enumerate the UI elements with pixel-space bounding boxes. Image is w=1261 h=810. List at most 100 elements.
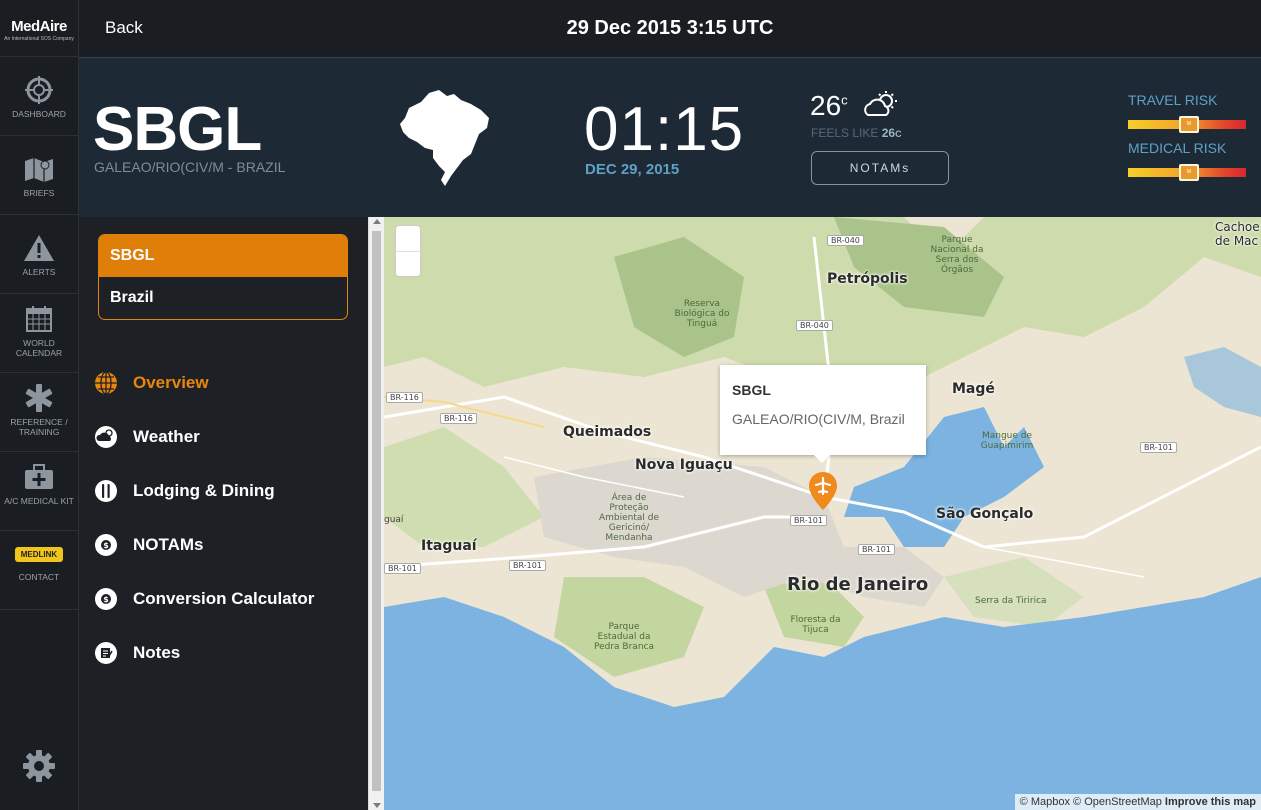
svg-text:$: $ bbox=[103, 595, 109, 604]
map-label-park: Parque Estadual da Pedra Branca bbox=[594, 622, 654, 652]
menu-label: Notes bbox=[133, 643, 181, 662]
dollar-icon: $ bbox=[93, 586, 119, 612]
menu-item-notams[interactable]: $ NOTAMs bbox=[93, 530, 204, 560]
warning-icon bbox=[23, 233, 55, 263]
map-icon bbox=[23, 154, 55, 184]
zoom-control[interactable] bbox=[395, 225, 421, 277]
popup-title: SBGL bbox=[732, 382, 771, 398]
brazil-map-icon bbox=[399, 88, 491, 193]
zoom-in-button[interactable] bbox=[396, 226, 420, 252]
globe-icon bbox=[93, 370, 119, 396]
rail-item-world-calendar[interactable]: WORLD CALENDAR bbox=[0, 294, 78, 373]
map-label-city: Petrópolis bbox=[827, 271, 908, 287]
rail-label: BRIEFS bbox=[23, 188, 55, 198]
feels-like-value: 26 bbox=[881, 126, 896, 140]
travel-risk-marker: M bbox=[1179, 116, 1199, 133]
attribution-osm[interactable]: © OpenStreetMap bbox=[1073, 796, 1162, 808]
feels-like-unit: C bbox=[895, 129, 902, 139]
airport-name: GALEAO/RIO(CIV/M - BRAZIL bbox=[94, 159, 286, 175]
map-label-park: Reserva Biológica do Tinguá bbox=[674, 299, 730, 329]
notams-button[interactable]: NOTAMs bbox=[811, 151, 949, 185]
weather-icon bbox=[93, 424, 119, 450]
road-shield: BR-101 bbox=[509, 560, 546, 571]
map-label-city: Magé bbox=[952, 381, 995, 397]
rail-label: REFERENCE / TRAINING bbox=[10, 417, 68, 437]
dollar-icon: $ bbox=[93, 532, 119, 558]
map-label-park: Mangue de Guapimirim bbox=[980, 431, 1034, 451]
menu-item-notes[interactable]: Notes bbox=[93, 638, 180, 668]
airport-header: SBGL GALEAO/RIO(CIV/M - BRAZIL 01:15 DEC… bbox=[79, 57, 1261, 217]
menu-label: Conversion Calculator bbox=[133, 589, 315, 608]
road-shield: BR-101 bbox=[1140, 442, 1177, 453]
popup-subtitle: GALEAO/RIO(CIV/M, Brazil bbox=[732, 411, 905, 427]
map-label-city: Itaguaí bbox=[421, 538, 477, 554]
airport-code: SBGL bbox=[93, 95, 262, 164]
map-label-city: Queimados bbox=[563, 424, 652, 440]
travel-risk-bar: M bbox=[1128, 116, 1246, 133]
local-date: DEC 29, 2015 bbox=[585, 161, 680, 178]
menu-label: NOTAMs bbox=[133, 535, 204, 554]
medical-risk-marker: M bbox=[1179, 164, 1199, 181]
menu-item-lodging-dining[interactable]: Lodging & Dining bbox=[93, 476, 275, 506]
rail-label: CONTACT bbox=[18, 572, 60, 582]
menu-label: Lodging & Dining bbox=[133, 481, 275, 500]
rail-item-reference-training[interactable]: REFERENCE / TRAINING bbox=[0, 373, 78, 452]
rail-label: A/C MEDICAL KIT bbox=[4, 496, 74, 506]
rail-item-medical-kit[interactable]: A/C MEDICAL KIT bbox=[0, 452, 78, 531]
feels-like-label: FEELS LIKE bbox=[811, 126, 879, 140]
temperature: 26c bbox=[810, 90, 848, 122]
road-shield: BR-101 bbox=[858, 544, 895, 555]
airport-marker-icon[interactable] bbox=[808, 471, 838, 516]
rail-item-briefs[interactable]: BRIEFS bbox=[0, 136, 78, 215]
scroll-thumb[interactable] bbox=[372, 231, 381, 791]
partly-cloudy-icon bbox=[864, 91, 898, 122]
rail-item-alerts[interactable]: ALERTS bbox=[0, 215, 78, 294]
map-view[interactable]: Petrópolis Magé Queimados Nova Iguaçu Sã… bbox=[384, 217, 1261, 810]
map-label-park: Floresta da Tijuca bbox=[790, 615, 841, 635]
improve-map-link[interactable]: Improve this map bbox=[1165, 796, 1256, 808]
airport-popup[interactable]: SBGL GALEAO/RIO(CIV/M, Brazil bbox=[720, 365, 926, 455]
road-shield: BR-101 bbox=[790, 515, 827, 526]
local-time: 01:15 bbox=[584, 95, 745, 164]
feels-like: FEELS LIKE 26C bbox=[811, 126, 902, 140]
map-label-park: guaí bbox=[384, 515, 404, 525]
travel-risk-label: TRAVEL RISK bbox=[1128, 92, 1218, 108]
map-attribution: © Mapbox © OpenStreetMap Improve this ma… bbox=[1014, 794, 1261, 810]
menu-label: Weather bbox=[133, 427, 200, 446]
location-tabs: SBGL Brazil bbox=[98, 234, 348, 320]
side-menu: SBGL Brazil Overview Weather Lodging & D… bbox=[79, 217, 368, 810]
scroll-up-arrow-icon[interactable] bbox=[373, 219, 381, 224]
road-shield: BR-116 bbox=[440, 413, 477, 424]
notes-icon bbox=[93, 640, 119, 666]
map-label-city: Nova Iguaçu bbox=[635, 457, 733, 473]
medical-star-icon bbox=[23, 383, 55, 413]
medical-risk-bar: M bbox=[1128, 164, 1246, 181]
map-label-park: Serra da Tiririca bbox=[975, 596, 1047, 606]
utc-datetime: 29 Dec 2015 3:15 UTC bbox=[566, 17, 774, 39]
rail-label: WORLD CALENDAR bbox=[15, 338, 63, 358]
menu-label: Overview bbox=[133, 373, 209, 392]
map-label-city: Cachoe de Mac bbox=[1215, 220, 1260, 248]
side-menu-scrollbar[interactable] bbox=[368, 217, 384, 810]
logo-text: MedAire bbox=[11, 18, 67, 35]
map-label-park: Área de Proteção Ambiental de Gericinó/ … bbox=[598, 493, 660, 543]
left-nav-rail: MedAire An International SOS Company DAS… bbox=[0, 0, 79, 810]
rail-label: DASHBOARD bbox=[12, 109, 66, 119]
medical-kit-icon bbox=[23, 462, 55, 492]
gear-icon[interactable] bbox=[22, 749, 56, 788]
medaire-logo[interactable]: MedAire An International SOS Company bbox=[0, 0, 78, 57]
menu-item-overview[interactable]: Overview bbox=[93, 368, 209, 398]
utensils-icon bbox=[93, 478, 119, 504]
road-shield: BR-040 bbox=[827, 235, 864, 246]
tab-airport[interactable]: SBGL bbox=[99, 235, 347, 277]
attribution-mapbox[interactable]: © Mapbox bbox=[1020, 796, 1070, 808]
rail-item-dashboard[interactable]: DASHBOARD bbox=[0, 57, 78, 136]
map-label-city: São Gonçalo bbox=[936, 506, 1034, 522]
temperature-value: 26 bbox=[810, 90, 842, 121]
compass-icon bbox=[23, 75, 55, 105]
tab-country[interactable]: Brazil bbox=[99, 277, 347, 319]
menu-item-conversion-calculator[interactable]: $ Conversion Calculator bbox=[93, 584, 314, 614]
rail-item-contact[interactable]: MEDLINK CONTACT bbox=[0, 531, 78, 610]
scroll-down-arrow-icon[interactable] bbox=[373, 803, 381, 808]
menu-item-weather[interactable]: Weather bbox=[93, 422, 200, 452]
